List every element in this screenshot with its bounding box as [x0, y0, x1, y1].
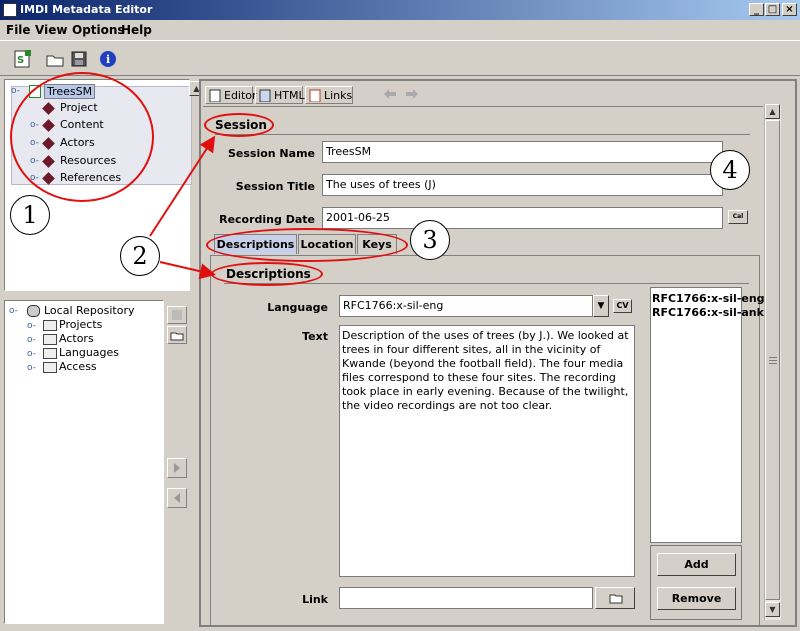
annotation-number-2: 2: [120, 236, 160, 276]
annotation-arrows: [149, 135, 216, 280]
annotation-number-3: 3: [410, 220, 450, 260]
annotation-number-1: 1: [10, 195, 50, 235]
annotation-number-4: 4: [710, 150, 750, 190]
